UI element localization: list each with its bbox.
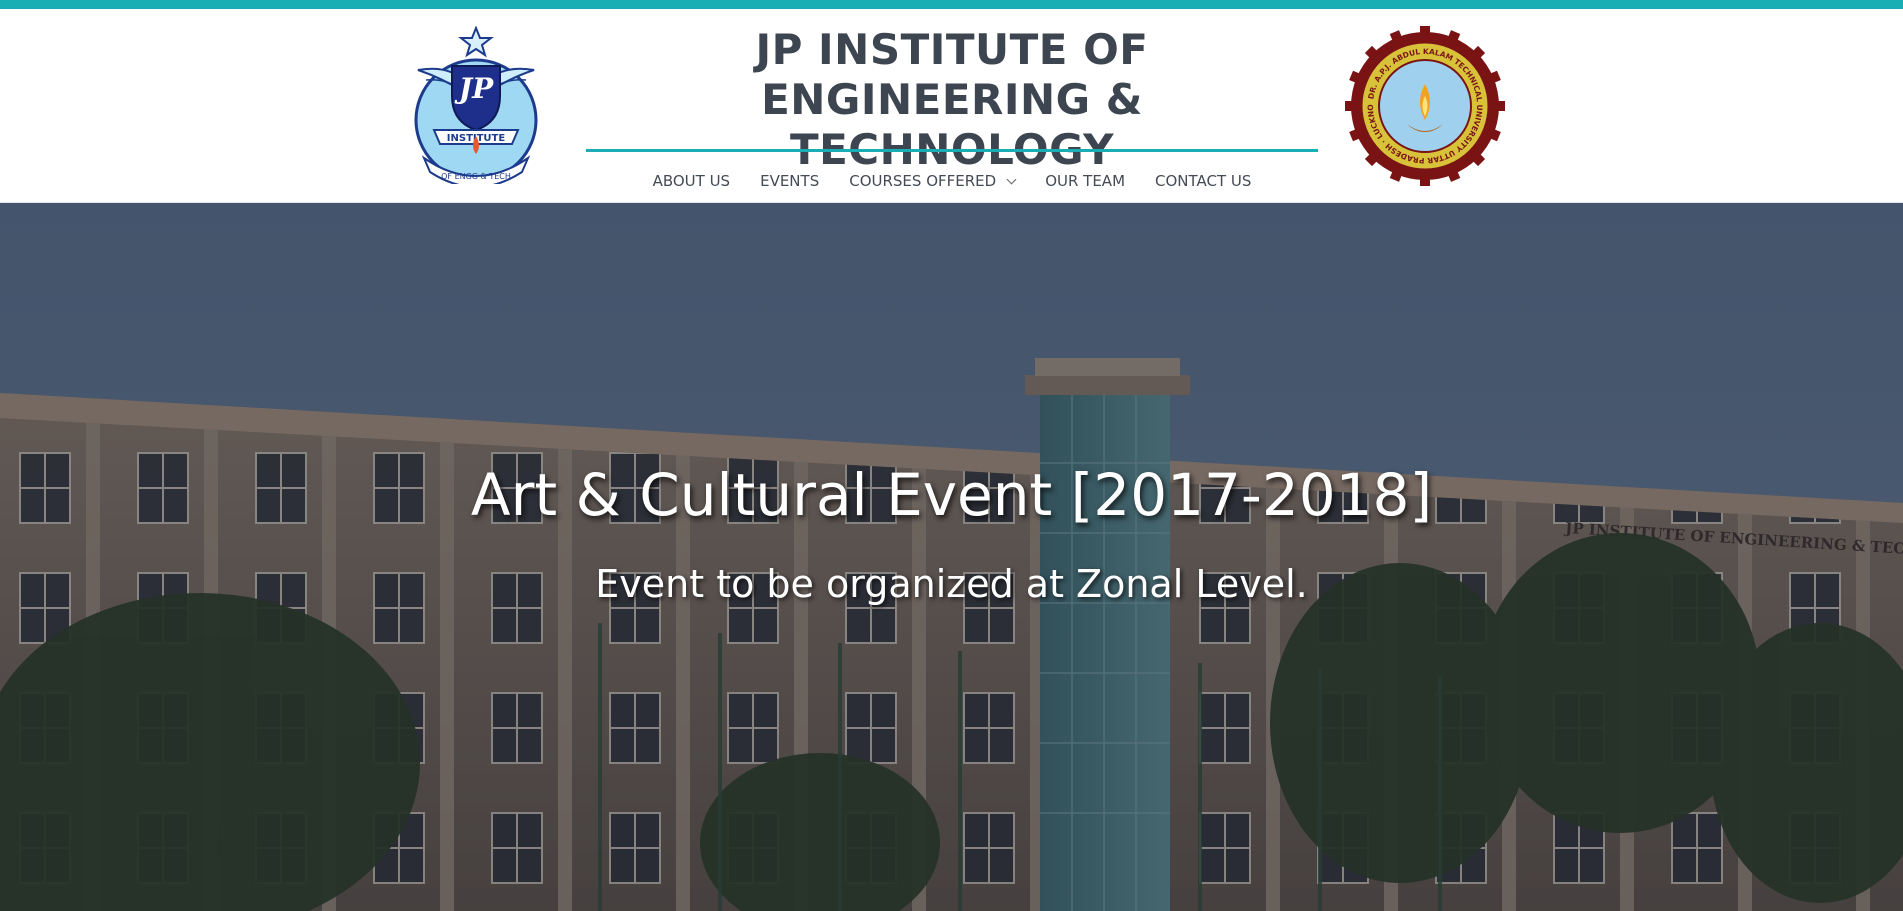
jp-institute-crest-icon: JP INSTITUTE OF ENGG & TECH	[414, 25, 538, 188]
top-accent-stripe	[0, 0, 1903, 9]
nav-item-label: EVENTS	[760, 172, 820, 190]
nav-item-events[interactable]: EVENTS	[745, 172, 834, 190]
campus-building-image: JP INSTITUTE OF ENGINEERING & TECHNOLOGY	[0, 203, 1903, 911]
site-header: JP INSTITUTE OF ENGG & TECH JP INSTITUTE…	[0, 9, 1903, 203]
nav-item-about-us[interactable]: ABOUT US	[638, 172, 746, 190]
hero-subtitle: Event to be organized at Zonal Level.	[595, 562, 1308, 606]
site-title-block: JP INSTITUTE OF ENGINEERING & TECHNOLOGY	[586, 25, 1318, 175]
svg-text:OF ENGG & TECH: OF ENGG & TECH	[441, 172, 511, 181]
nav-item-courses-offered[interactable]: COURSES OFFERED	[834, 172, 1030, 190]
nav-item-label: OUR TEAM	[1045, 172, 1126, 190]
hero-title: Art & Cultural Event [2017-2018]	[470, 461, 1433, 529]
nav-item-contact-us[interactable]: CONTACT US	[1140, 172, 1266, 190]
site-title[interactable]: JP INSTITUTE OF ENGINEERING & TECHNOLOGY	[586, 25, 1318, 175]
svg-text:JP: JP	[454, 72, 494, 105]
site-title-line1: JP INSTITUTE OF ENGINEERING &	[755, 25, 1149, 124]
nav-item-label: CONTACT US	[1155, 172, 1252, 190]
nav-item-label: ABOUT US	[652, 172, 731, 190]
aktu-university-seal-icon: DR. A.P.J. ABDUL KALAM TECHNICAL UNIVERS…	[1341, 19, 1505, 186]
jp-institute-logo[interactable]: JP INSTITUTE OF ENGG & TECH	[412, 25, 540, 188]
nav-item-label: COURSES OFFERED	[849, 172, 997, 190]
chevron-down-icon	[1006, 174, 1017, 184]
main-navigation: ABOUT US EVENTS COURSES OFFERED OUR TEAM…	[586, 161, 1318, 201]
title-divider	[586, 149, 1318, 152]
aktu-university-logo[interactable]: DR. A.P.J. ABDUL KALAM TECHNICAL UNIVERS…	[1341, 19, 1505, 186]
nav-item-our-team[interactable]: OUR TEAM	[1030, 172, 1140, 190]
hero-banner: JP INSTITUTE OF ENGINEERING & TECHNOLOGY…	[0, 203, 1903, 911]
